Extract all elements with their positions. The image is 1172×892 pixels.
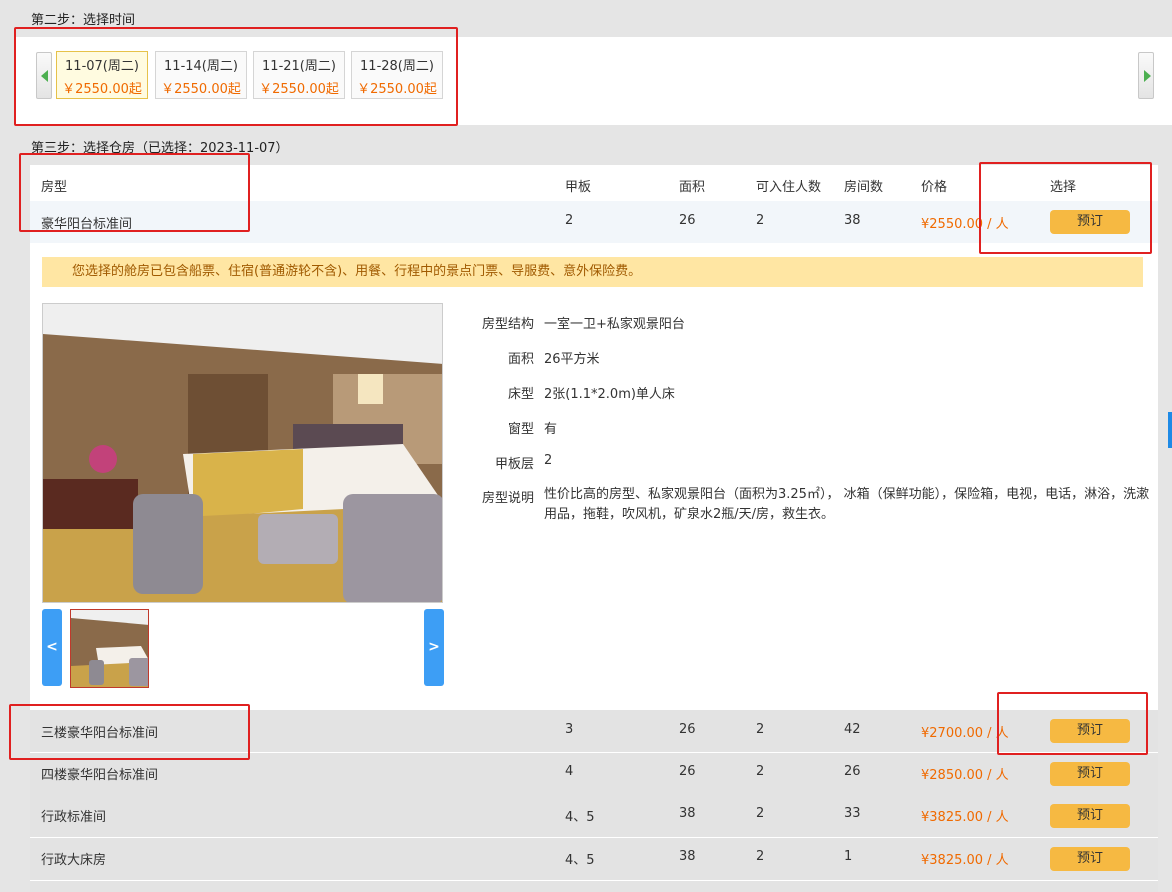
spec-label-structure: 房型结构 (481, 317, 534, 332)
date-label: 11-07(周二) (65, 59, 139, 74)
room-thumbnail-image (71, 610, 148, 687)
row-price: ¥2850.00 / 人 (921, 768, 1009, 783)
date-label: 11-28(周二) (360, 59, 434, 74)
row-room-name[interactable]: 行政大床房 (41, 849, 106, 868)
spec-label-area: 面积 (507, 352, 534, 367)
header-rooms: 房间数 (844, 180, 884, 195)
row-price: ¥2700.00 / 人 (921, 726, 1009, 741)
date-price: ￥2550.00起 (161, 82, 241, 97)
date-label: 11-21(周二) (262, 59, 336, 74)
row-rooms: 42 (844, 722, 861, 737)
row-deck: 4、5 (565, 810, 595, 825)
book-button[interactable]: 预订 (1050, 719, 1130, 743)
room-photo (42, 303, 443, 603)
row-price: ¥2550.00 / 人 (921, 217, 1009, 232)
table-row[interactable]: 四楼豪华阳台标准间 4 26 2 26 ¥2850.00 / 人 预订 (30, 753, 1158, 795)
table-row[interactable]: 豪华阳台标准间 2 26 2 38 ¥2550.00 / 人 预订 (30, 201, 1158, 243)
book-button[interactable]: 预订 (1050, 762, 1130, 786)
row-deck: 4、5 (565, 853, 595, 868)
row-deck: 3 (565, 722, 574, 737)
row-rooms: 38 (844, 213, 861, 228)
row-rooms: 26 (844, 764, 861, 779)
row-price: ¥3825.00 / 人 (921, 810, 1009, 825)
date-option[interactable]: 11-28(周二) ￥2550.00起 (351, 51, 443, 99)
date-price: ￥2550.00起 (357, 82, 437, 97)
date-selector: 11-07(周二) ￥2550.00起 11-14(周二) ￥2550.00起 … (14, 37, 1172, 125)
date-label: 11-14(周二) (164, 59, 238, 74)
room-photo-image (43, 304, 442, 602)
header-capacity: 可入住人数 (756, 180, 822, 195)
header-price: 价格 (921, 180, 948, 195)
date-price: ￥2550.00起 (62, 82, 142, 97)
header-room-type: 房型 (41, 180, 68, 195)
row-rooms: 33 (844, 806, 861, 821)
row-capacity: 2 (756, 849, 765, 864)
row-area: 38 (679, 849, 696, 864)
book-button[interactable]: 预订 (1050, 210, 1130, 234)
cabin-table: 房型 甲板 面积 可入住人数 房间数 价格 选择 豪华阳台标准间 2 26 2 … (30, 165, 1158, 892)
spec-value-bed: 2张(1.1*2.0m)单人床 (544, 387, 675, 402)
spec-label-deck: 甲板层 (494, 457, 534, 472)
row-area: 26 (679, 764, 696, 779)
side-scroll-tab[interactable] (1168, 412, 1172, 448)
table-row[interactable]: 行政大床房 4、5 38 2 1 ¥3825.00 / 人 预订 (30, 838, 1158, 880)
row-room-name[interactable]: 豪华阳台标准间 (41, 213, 132, 232)
spec-value-deck: 2 (544, 453, 553, 468)
row-rooms: 1 (844, 849, 853, 864)
row-room-name[interactable]: 四楼豪华阳台标准间 (41, 764, 158, 783)
row-room-name[interactable]: 行政标准间 (41, 806, 106, 825)
table-row[interactable] (30, 881, 1158, 892)
date-option[interactable]: 11-21(周二) ￥2550.00起 (253, 51, 345, 99)
spec-label-bed: 床型 (507, 387, 534, 402)
inclusion-notice: 您选择的舱房已包含船票、住宿(普通游轮不含)、用餐、行程中的景点门票、导服费、意… (42, 257, 1143, 287)
spec-value-description: 性价比高的房型、私家观景阳台（面积为3.25㎡）， 冰箱（保鲜功能），保险箱，电… (544, 487, 1150, 522)
row-area: 26 (679, 213, 696, 228)
header-select: 选择 (1050, 180, 1077, 195)
spec-value-area: 26平方米 (544, 352, 600, 367)
table-row[interactable]: 行政标准间 4、5 38 2 33 ¥3825.00 / 人 预订 (30, 795, 1158, 837)
row-capacity: 2 (756, 213, 765, 228)
step3-title: 第三步：选择仓房（已选择：2023-11-07） (31, 141, 289, 156)
row-capacity: 2 (756, 722, 765, 737)
spec-label-window: 窗型 (507, 422, 534, 437)
row-capacity: 2 (756, 806, 765, 821)
spec-value-structure: 一室一卫+私家观景阳台 (544, 317, 685, 332)
row-area: 26 (679, 722, 696, 737)
date-next-button[interactable] (1138, 52, 1154, 99)
row-deck: 4 (565, 764, 574, 779)
date-option[interactable]: 11-07(周二) ￥2550.00起 (56, 51, 148, 99)
header-area: 面积 (679, 180, 706, 195)
row-room-name[interactable]: 三楼豪华阳台标准间 (41, 722, 158, 741)
thumbnail-next-button[interactable]: > (424, 609, 444, 686)
thumbnail-prev-button[interactable]: < (42, 609, 62, 686)
step2-title: 第二步：选择时间 (31, 13, 136, 28)
row-deck: 2 (565, 213, 574, 228)
row-area: 38 (679, 806, 696, 821)
header-deck: 甲板 (565, 180, 592, 195)
room-thumbnail[interactable] (70, 609, 149, 688)
arrow-right-icon (1144, 70, 1151, 82)
spec-label-description: 房型说明 (481, 491, 534, 506)
book-button[interactable]: 预订 (1050, 847, 1130, 871)
arrow-left-icon (41, 70, 48, 82)
date-option[interactable]: 11-14(周二) ￥2550.00起 (155, 51, 247, 99)
table-row[interactable]: 三楼豪华阳台标准间 3 26 2 42 ¥2700.00 / 人 预订 (30, 710, 1158, 752)
spec-value-window: 有 (544, 422, 558, 437)
date-price: ￥2550.00起 (259, 82, 339, 97)
row-capacity: 2 (756, 764, 765, 779)
book-button[interactable]: 预订 (1050, 804, 1130, 828)
row-price: ¥3825.00 / 人 (921, 853, 1009, 868)
date-prev-button[interactable] (36, 52, 52, 99)
